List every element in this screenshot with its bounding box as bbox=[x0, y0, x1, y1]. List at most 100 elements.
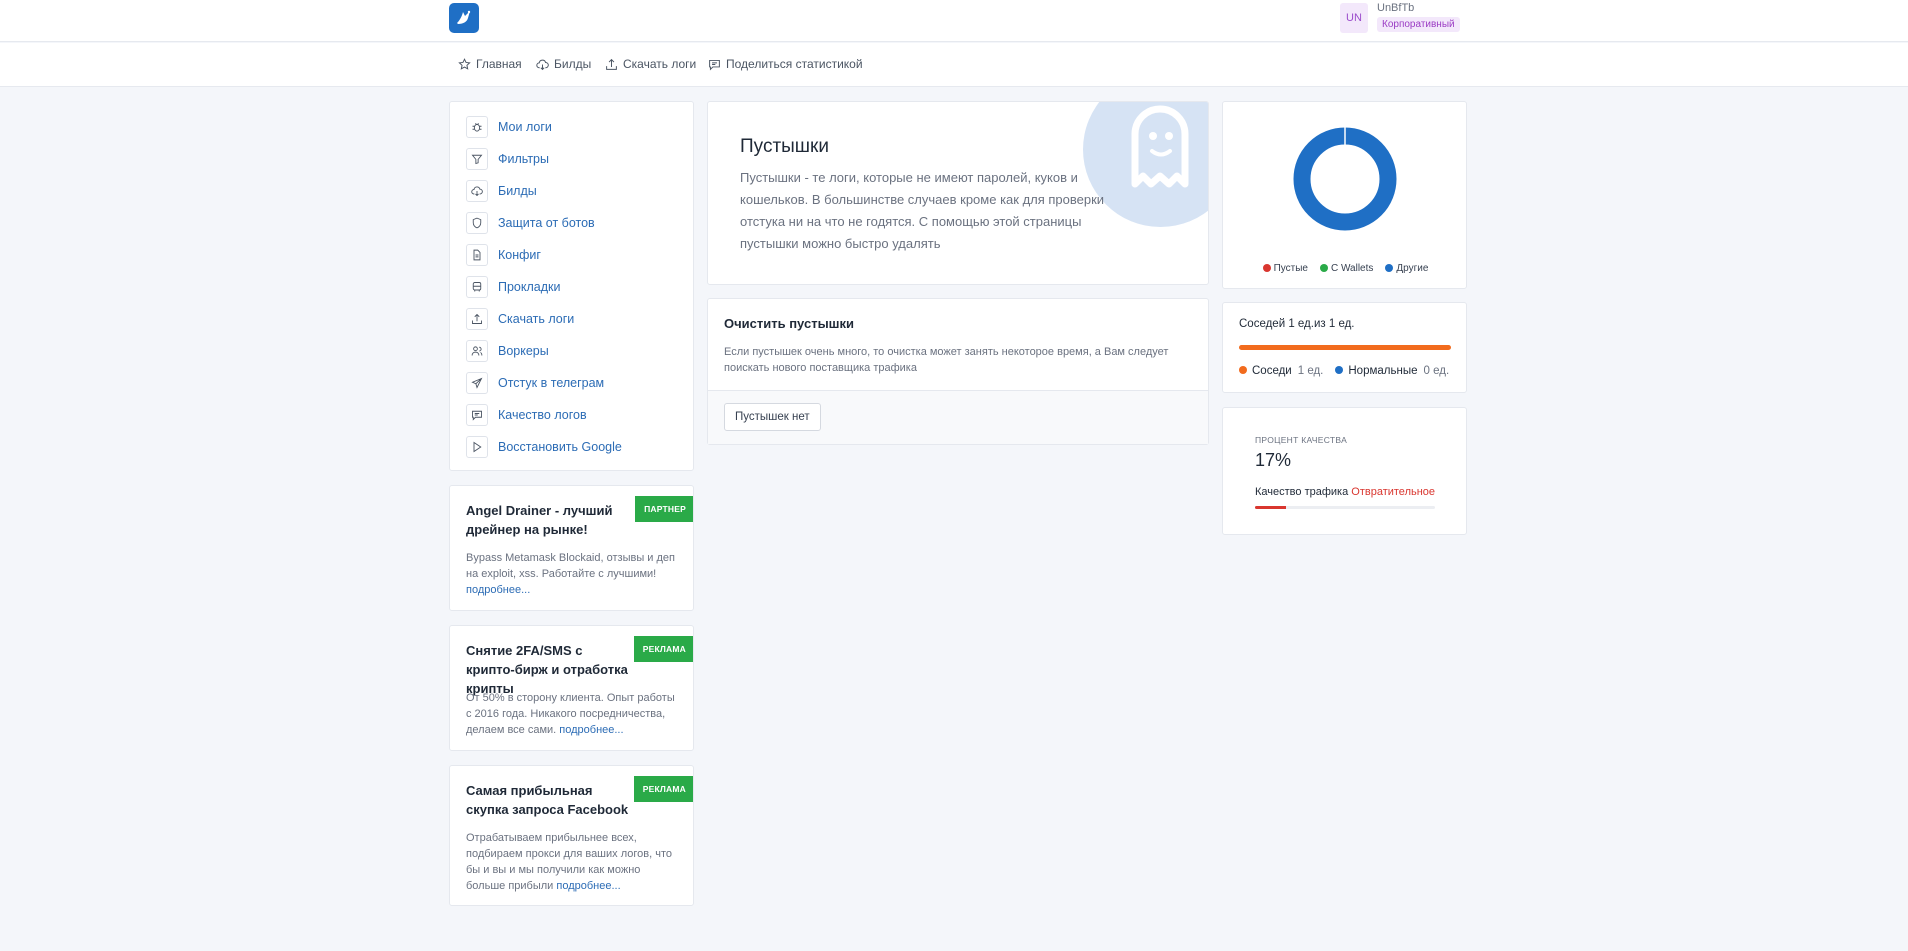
nav-home-label: Главная bbox=[476, 57, 522, 71]
clear-card: Очистить пустышки Если пустышек очень мн… bbox=[707, 298, 1209, 445]
legend-dot bbox=[1239, 366, 1247, 374]
nav-download-logs-label: Скачать логи bbox=[623, 57, 697, 71]
message-icon bbox=[466, 404, 488, 426]
ad-body: Bypass Metamask Blockaid, отзывы и деп н… bbox=[466, 552, 675, 580]
ad-more-link[interactable]: подробнее... bbox=[559, 724, 623, 736]
legend-dot bbox=[1319, 264, 1328, 272]
neighbors-legend: Соседи 1 ед. Нормальные 0 ед. bbox=[1239, 365, 1449, 377]
nav-bar: Главная Билды Скачать логи Поделиться ст… bbox=[0, 43, 1908, 87]
ad-card: РЕКЛАМА Самая прибыльная скупка запроса … bbox=[449, 765, 694, 906]
nav-builds[interactable]: Билды bbox=[536, 57, 591, 71]
top-bar: UN UnBfTb Корпоративный bbox=[0, 0, 1908, 42]
legend-label: Другие bbox=[1396, 263, 1429, 274]
sidebar-item-label: Качество логов bbox=[498, 408, 587, 422]
legend-label: Нормальные bbox=[1348, 365, 1418, 377]
sidebar-item-label: Защита от ботов bbox=[498, 216, 595, 230]
ad-more-link[interactable]: подробнее... bbox=[556, 880, 620, 892]
message-icon bbox=[709, 59, 720, 71]
ad-title: Angel Drainer - лучший дрейнер на рынке! bbox=[466, 503, 613, 537]
clear-title: Очистить пустышки bbox=[724, 316, 854, 331]
ad-text: Bypass Metamask Blockaid, отзывы и деп н… bbox=[466, 550, 681, 598]
nav-builds-label: Билды bbox=[554, 57, 592, 71]
legend-item-empty: Пустые bbox=[1262, 263, 1308, 274]
sidebar-item-builds[interactable]: Билды bbox=[466, 178, 537, 204]
page-description: Пустышки - те логи, которые не имеют пар… bbox=[740, 170, 1105, 251]
nav-download-logs[interactable]: Скачать логи bbox=[605, 57, 696, 71]
ad-more-link[interactable]: подробнее... bbox=[466, 584, 530, 596]
sidebar-item-telegram[interactable]: Отстук в телеграм bbox=[466, 370, 604, 396]
neighbors-total: из 1 ед. bbox=[1313, 318, 1355, 330]
donut-card: Пустые С Wallets Другие bbox=[1222, 101, 1467, 289]
legend-count: 0 ед. bbox=[1423, 365, 1450, 377]
sidebar-item-download-logs[interactable]: Скачать логи bbox=[466, 306, 574, 332]
bug-icon bbox=[466, 116, 488, 138]
legend-item-neighbors: Соседи 1 ед. bbox=[1239, 365, 1323, 377]
quality-progress-fill bbox=[1255, 506, 1286, 509]
legend-dot bbox=[1262, 264, 1271, 272]
sidebar-item-bot-protection[interactable]: Защита от ботов bbox=[466, 210, 595, 236]
legend-label: С Wallets bbox=[1330, 263, 1374, 274]
logo[interactable] bbox=[449, 3, 479, 33]
ad-card: ПАРТНЕР Angel Drainer - лучший дрейнер н… bbox=[449, 485, 694, 611]
hero-card: Пустышки Пустышки - те логи, которые не … bbox=[707, 101, 1209, 285]
bird-logo-icon bbox=[457, 10, 471, 24]
legend-item-other: Другие bbox=[1385, 263, 1428, 274]
legend-label: Соседи bbox=[1252, 365, 1292, 377]
ad-ribbon: РЕКЛАМА bbox=[633, 776, 693, 802]
ad-title: Самая прибыльная скупка запроса Facebook bbox=[466, 783, 629, 817]
neighbors-progress-fill bbox=[1239, 345, 1451, 350]
donut-chart bbox=[1293, 127, 1397, 231]
clear-description: Если пустышек очень много, то очистка мо… bbox=[724, 346, 1169, 374]
upload-icon bbox=[466, 308, 488, 330]
sidebar-item-label: Прокладки bbox=[498, 280, 561, 294]
ad-text: От 50% в сторону клиента. Опыт работы с … bbox=[466, 690, 681, 738]
quality-progress-bar bbox=[1255, 506, 1435, 509]
neighbors-prefix: Соседей bbox=[1239, 318, 1286, 330]
clear-empties-button[interactable]: Пустышек нет bbox=[724, 403, 821, 431]
sidebar-item-label: Мои логи bbox=[498, 120, 552, 134]
ad-ribbon: РЕКЛАМА bbox=[633, 636, 693, 662]
sidebar-item-label: Отстук в телеграм bbox=[498, 376, 605, 390]
user-plan-badge: Корпоративный bbox=[1377, 17, 1460, 32]
sidebar-item-label: Конфиг bbox=[498, 248, 541, 262]
sidebar-item-proxies[interactable]: Прокладки bbox=[466, 274, 561, 300]
quality-value: 17% bbox=[1255, 450, 1292, 470]
traffic-quality: Качество трафика Отвратительное bbox=[1255, 486, 1435, 498]
neighbors-count: 1 ед. bbox=[1288, 318, 1314, 330]
neighbors-heading: Соседей 1 ед.из 1 ед. bbox=[1239, 318, 1355, 330]
sidebar-item-filters[interactable]: Фильтры bbox=[466, 146, 549, 172]
nav-home[interactable]: Главная bbox=[458, 57, 522, 71]
users-icon bbox=[466, 340, 488, 362]
sidebar-item-label: Фильтры bbox=[498, 152, 549, 166]
page-title: Пустышки bbox=[740, 136, 829, 157]
cloud-download-icon bbox=[466, 180, 488, 202]
ad-ribbon: ПАРТНЕР bbox=[635, 496, 693, 522]
neighbors-card: Соседей 1 ед.из 1 ед. Соседи 1 ед. Нормал… bbox=[1222, 302, 1467, 393]
sidebar-item-config[interactable]: Конфиг bbox=[466, 242, 541, 268]
legend-item-normal: Нормальные 0 ед. bbox=[1335, 365, 1449, 377]
sidebar-item-log-quality[interactable]: Качество логов bbox=[466, 402, 587, 428]
ad-text: Отрабатываем прибыльнее всех, подбираем … bbox=[466, 830, 681, 894]
bus-icon bbox=[466, 276, 488, 298]
sidebar-item-label: Скачать логи bbox=[498, 312, 575, 326]
sidebar-item-restore-google[interactable]: Восстановить Google bbox=[466, 434, 622, 460]
file-icon bbox=[466, 244, 488, 266]
sidebar-item-workers[interactable]: Воркеры bbox=[466, 338, 549, 364]
traffic-quality-value: Отвратительное bbox=[1351, 486, 1436, 498]
user-avatar[interactable]: UN bbox=[1340, 3, 1368, 33]
sidebar-item-label: Билды bbox=[498, 184, 537, 198]
nav-share-stats[interactable]: Поделиться статистикой bbox=[708, 57, 863, 71]
donut-slice-2 bbox=[1293, 127, 1397, 231]
sidebar-item-my-logs[interactable]: Мои логи bbox=[466, 114, 552, 140]
nav-share-stats-label: Поделиться статистикой bbox=[726, 57, 863, 71]
legend-dot bbox=[1385, 264, 1394, 272]
play-icon bbox=[466, 436, 488, 458]
neighbors-progress-bar bbox=[1239, 345, 1451, 350]
donut-legend: Пустые С Wallets Другие bbox=[1223, 263, 1468, 274]
sidebar-item-label: Восстановить Google bbox=[498, 440, 622, 454]
legend-count: 1 ед. bbox=[1297, 365, 1324, 377]
sidebar-menu: Мои логи Фильтры Билды Защита от ботов К… bbox=[449, 101, 694, 471]
cloud-download-icon bbox=[536, 59, 549, 70]
legend-label: Пустые bbox=[1273, 263, 1308, 274]
clear-footer: Пустышек нет bbox=[708, 390, 1208, 444]
